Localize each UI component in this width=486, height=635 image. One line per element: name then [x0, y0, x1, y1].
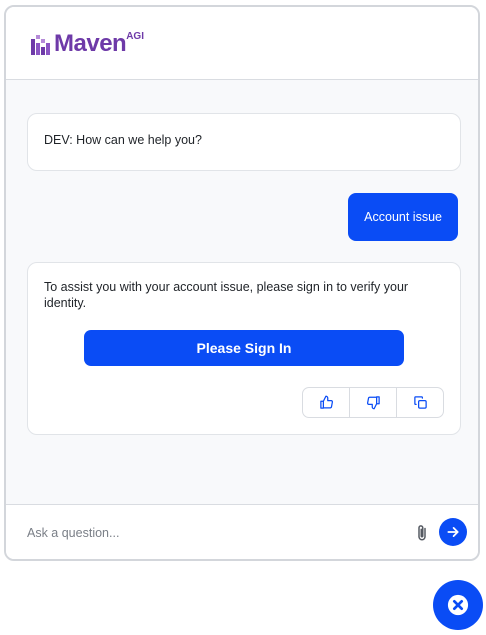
maven-logo-icon — [31, 35, 50, 55]
copy-button[interactable] — [397, 388, 443, 417]
user-message: Account issue — [348, 193, 458, 241]
question-input[interactable] — [25, 520, 389, 546]
thumbs-down-icon — [366, 396, 380, 410]
bot-greeting-message: DEV: How can we help you? — [27, 113, 461, 171]
chat-header: Maven AGI — [6, 7, 478, 80]
maven-logo: Maven AGI — [31, 30, 144, 58]
paperclip-icon[interactable] — [413, 523, 431, 543]
thumbs-down-button[interactable] — [350, 388, 397, 417]
close-chat-button[interactable] — [433, 580, 483, 630]
sign-in-button[interactable]: Please Sign In — [84, 330, 404, 366]
logo-superscript: AGI — [126, 31, 144, 42]
feedback-actions — [302, 387, 444, 418]
chat-widget: Maven AGI DEV: How can we help you? Acco… — [4, 5, 480, 561]
arrow-right-icon — [447, 527, 459, 537]
thumbs-up-icon — [319, 395, 333, 409]
message-composer — [6, 504, 478, 559]
send-button[interactable] — [439, 518, 467, 546]
greeting-text: DEV: How can we help you? — [44, 133, 202, 147]
user-message-text: Account issue — [364, 210, 442, 224]
logo-wordmark: Maven — [54, 30, 127, 57]
thumbs-up-button[interactable] — [303, 388, 350, 417]
copy-icon — [413, 396, 427, 409]
bot-reply-message: To assist you with your account issue, p… — [27, 262, 461, 435]
close-icon — [447, 594, 469, 616]
reply-text: To assist you with your account issue, p… — [44, 280, 409, 310]
